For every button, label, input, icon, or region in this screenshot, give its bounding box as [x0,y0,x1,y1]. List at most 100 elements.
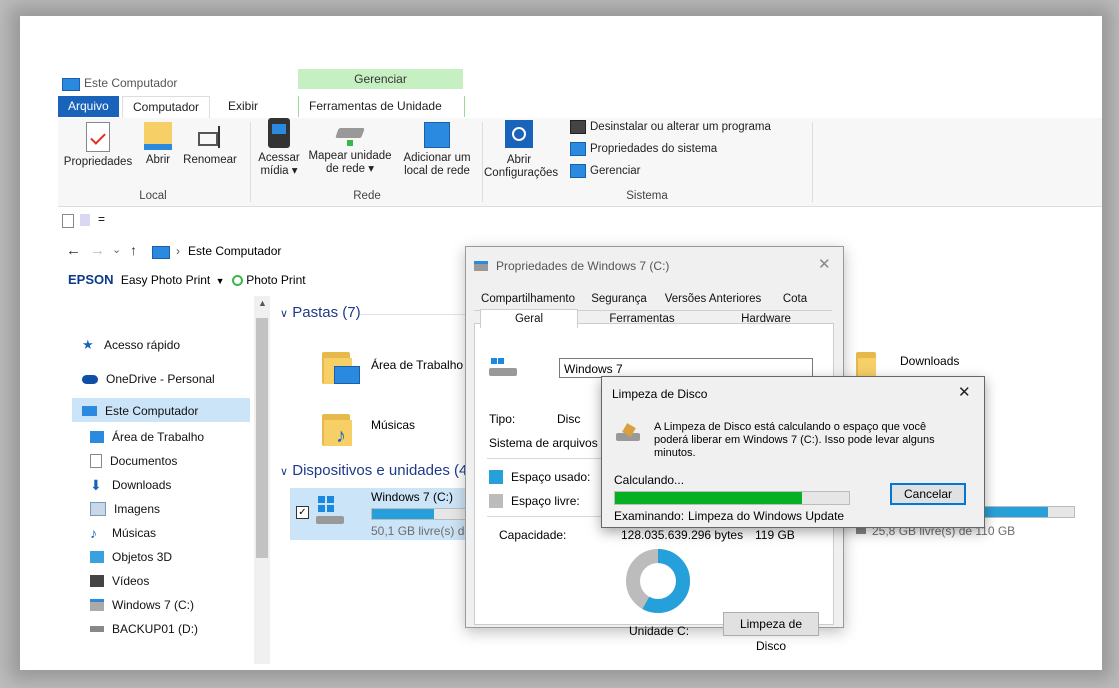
new-folder-qat-icon[interactable] [80,214,90,226]
tab-seguranca[interactable]: Segurança [582,293,656,305]
network-drive-icon [335,122,365,146]
folder-label[interactable]: Músicas [371,418,415,432]
ribbon-tabs: Arquivo Computador Exibir Ferramentas de… [58,96,1102,119]
music-note-icon: ♪ [90,525,97,541]
close-icon[interactable]: ✕ [818,255,831,273]
ribbon-separator [250,122,251,202]
sidebar-label: Vídeos [112,574,150,588]
folder-label[interactable]: Área de Trabalho [371,358,463,372]
music-folder-icon[interactable]: ♪ [322,410,352,446]
epson-toolbar: EPSON Easy Photo Print ▼ Photo Print [68,272,306,294]
adicionar-line1: Adicionar um [403,152,471,164]
checkbox-checked[interactable]: ✓ [296,506,309,519]
photo-print-button[interactable]: Photo Print [246,273,305,287]
used-label: Espaço usado: [511,470,591,484]
sidebar-item-downloads[interactable]: ⬇ Downloads [90,478,171,492]
screenshot-frame: Este Computador Gerenciar Arquivo Comput… [20,16,1102,670]
drive-c-tile[interactable]: ✓ Windows 7 (C:) 50,1 GB livre(s) de 11 [290,488,487,540]
folders-header-label: Pastas (7) [292,304,361,321]
progress-bar [614,491,850,505]
propriedades-sistema-button[interactable]: Propriedades do sistema [570,142,717,156]
sidebar-item-acesso-rapido[interactable]: ★ Acesso rápido [82,338,180,352]
desinstalar-programa-button[interactable]: Desinstalar ou alterar um programa [570,120,771,134]
easy-photo-print-button[interactable]: Easy Photo Print [121,273,210,287]
close-icon[interactable]: ✕ [958,383,971,401]
title-bar: Este Computador Gerenciar [58,60,1102,96]
capacity-gb: 119 GB [755,528,795,542]
desinstalar-label: Desinstalar ou alterar um programa [590,121,771,134]
abrir-button[interactable]: Abrir [138,122,178,167]
status-text: Calculando... [614,473,685,487]
up-arrow-icon[interactable]: ↑ [130,242,137,258]
tab-geral[interactable]: Geral [480,309,578,328]
sidebar-item-onedrive[interactable]: OneDrive - Personal [82,372,215,386]
limpeza-de-disco-button[interactable]: Limpeza de Disco [723,612,819,653]
fs-label: Sistema de arquivos [489,436,598,450]
tab-exibir[interactable]: Exibir [218,96,268,117]
cancel-button[interactable]: Cancelar [890,483,966,505]
tab-computador[interactable]: Computador [122,96,211,119]
folder-label[interactable]: Downloads [900,354,959,368]
abrir-configuracoes-button[interactable]: Abrir Configurações [484,120,558,180]
collapse-chevron-icon: ∨ [280,308,289,320]
sidebar-item-imagens[interactable]: Imagens [90,502,160,516]
recent-chevron-icon[interactable]: ⌄ [112,243,121,256]
sidebar-item-musicas[interactable]: ♪ Músicas [90,526,156,540]
scroll-up-icon[interactable]: ▲ [258,298,267,308]
tab-ferramentas-de-unidade[interactable]: Ferramentas de Unidade [298,96,465,117]
tab-versoes-anteriores[interactable]: Versões Anteriores [658,293,768,305]
devices-section-header[interactable]: ∨ Dispositivos e unidades (4) [280,462,472,479]
ribbon-separator [812,122,813,202]
gerenciar-button[interactable]: Gerenciar [570,164,641,178]
sidebar-item-windows7-c[interactable]: Windows 7 (C:) [90,598,194,612]
tab-cota[interactable]: Cota [772,293,818,305]
propriedades-button[interactable]: Propriedades [62,122,134,169]
sidebar-label: BACKUP01 (D:) [112,622,199,636]
adicionar-local-button[interactable]: Adicionar um local de rede [396,122,478,178]
scrollbar-thumb[interactable] [256,318,268,558]
propriedades-label: Propriedades [63,156,133,168]
drive-name-input[interactable]: Windows 7 [559,358,813,378]
tab-compartilhamento[interactable]: Compartilhamento [480,293,576,305]
dialog-title: Limpeza de Disco [612,387,708,401]
sidebar-label: Acesso rápido [104,338,181,352]
forward-arrow-icon[interactable]: → [90,242,105,259]
context-tab-group-gerenciar: Gerenciar [298,69,463,89]
sidebar-scrollbar[interactable]: ▲ [254,296,270,664]
tab-arquivo[interactable]: Arquivo [58,96,119,117]
folders-section-header[interactable]: ∨ Pastas (7) [280,304,361,321]
download-arrow-icon: ⬇ [90,477,102,493]
sidebar-item-area-de-trabalho[interactable]: Área de Trabalho [90,430,204,444]
sidebar-item-backup01-d[interactable]: BACKUP01 (D:) [90,622,198,636]
sidebar-item-este-computador[interactable]: Este Computador [82,404,198,418]
folder-open-icon [144,122,172,150]
drive-title-icon [474,261,488,271]
window-title: Este Computador [84,76,178,90]
sidebar-item-objetos-3d[interactable]: Objetos 3D [90,550,172,564]
dropdown-arrow-icon[interactable]: ▼ [216,276,225,286]
abrir-config-line1: Abrir [506,154,532,166]
sidebar-label: Área de Trabalho [112,430,205,444]
acessar-midia-button[interactable]: Acessar mídia ▾ [254,118,304,178]
sidebar-item-documentos[interactable]: Documentos [90,454,177,468]
cloud-icon [82,374,98,384]
document-icon [90,454,102,468]
properties-qat-icon[interactable] [62,214,74,228]
breadcrumb[interactable]: Este Computador [188,244,281,258]
drive-label: Unidade C: [629,624,690,638]
computer-icon [82,406,97,416]
pictures-icon [90,502,106,516]
qat-dropdown[interactable]: = [98,212,105,226]
desktop-folder-icon[interactable] [322,348,360,384]
sidebar-label: Documentos [110,454,178,468]
mapear-unidade-button[interactable]: Mapear unidade de rede ▾ [304,122,396,176]
drive-name: Windows 7 (C:) [371,490,454,504]
film-icon [90,575,104,587]
drive-usage-bar [371,508,480,520]
renomear-button[interactable]: Renomear [180,122,240,167]
sidebar-item-videos[interactable]: Vídeos [90,574,149,588]
group-label-rede: Rede [353,190,381,202]
disk-usage-donut [626,549,690,613]
back-arrow-icon[interactable]: ← [66,242,81,259]
uninstall-icon [570,120,586,134]
